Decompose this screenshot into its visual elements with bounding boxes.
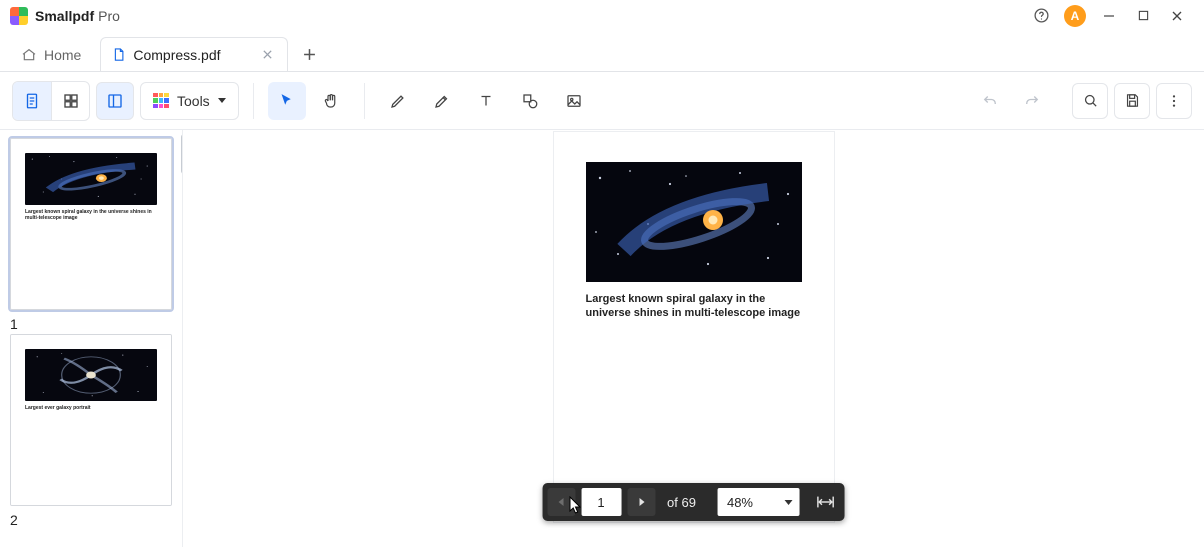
triangle-left-icon [556,497,566,507]
thumbnail-item[interactable]: Largest known spiral galaxy in the unive… [10,138,172,310]
close-button[interactable] [1160,4,1194,28]
text-icon [477,92,495,110]
next-page-button[interactable] [627,488,655,516]
tab-bar: Home Compress.pdf [0,32,1204,72]
thumbnail-item[interactable]: Largest ever galaxy portrait [10,334,172,506]
thumbnail-caption: Largest known spiral galaxy in the unive… [25,209,157,221]
zoom-value: 48% [727,495,753,510]
thumbnail-panel[interactable]: Largest known spiral galaxy in the unive… [0,130,183,547]
undo-button[interactable] [972,83,1008,119]
document-canvas[interactable]: Largest known spiral galaxy in the unive… [183,130,1204,547]
x-icon [262,49,273,60]
panel-icon [106,92,124,110]
page-image-icon [586,162,802,282]
thumbnail-caption: Largest ever galaxy portrait [25,405,157,411]
maximize-button[interactable] [1126,4,1160,28]
document-page-icon [23,92,41,110]
thumbnail-page-number: 2 [10,512,172,528]
home-tab-label: Home [44,47,81,63]
close-icon [1171,10,1183,22]
more-menu-button[interactable] [1156,83,1192,119]
tools-dropdown[interactable]: Tools [140,82,239,120]
new-tab-button[interactable] [295,39,325,69]
image-icon [565,92,583,110]
home-tab[interactable]: Home [10,37,96,71]
separator [364,83,365,119]
redo-icon [1023,92,1041,110]
grid-icon [62,92,80,110]
fit-width-button[interactable] [812,488,840,516]
minimize-button[interactable] [1092,4,1126,28]
search-button[interactable] [1072,83,1108,119]
layout-group [12,81,90,121]
title-bar: SmallpdfPro A [0,0,1204,32]
app-logo-icon [10,7,28,25]
app-name-text: Smallpdf [35,8,94,24]
help-button[interactable] [1024,4,1058,28]
thumbnail-image-icon [25,153,157,205]
tools-label: Tools [177,93,210,109]
fit-width-icon [817,495,835,509]
shape-tool-button[interactable] [511,82,549,120]
prev-page-button[interactable] [547,488,575,516]
document-icon [111,47,126,62]
highlight-tool-button[interactable] [423,82,461,120]
redo-button[interactable] [1014,83,1050,119]
text-tool-button[interactable] [467,82,505,120]
plus-icon [303,48,316,61]
save-icon [1124,92,1141,109]
page-total-label: of 69 [661,495,702,510]
main-toolbar: Tools [0,72,1204,130]
highlighter-icon [433,92,451,110]
pan-tool-button[interactable] [312,82,350,120]
page-navigation-bar: 1 of 69 48% [542,483,845,521]
undo-icon [981,92,999,110]
user-avatar[interactable]: A [1064,5,1086,27]
separator [253,83,254,119]
minimize-icon [1103,10,1115,22]
chevron-down-icon [218,98,226,103]
current-page-input[interactable]: 1 [581,488,621,516]
search-icon [1082,92,1099,109]
kebab-icon [1166,93,1182,109]
document-page: Largest known spiral galaxy in the unive… [554,132,834,522]
cursor-icon [278,92,295,109]
document-tab[interactable]: Compress.pdf [100,37,287,71]
home-icon [21,47,37,63]
maximize-icon [1138,10,1149,21]
page-view-button[interactable] [13,82,51,120]
app-edition: Pro [98,8,120,24]
sidebar-toggle-button[interactable] [96,82,134,120]
shapes-icon [521,92,539,110]
image-tool-button[interactable] [555,82,593,120]
tab-close-button[interactable] [262,49,273,60]
thumbnail-image-icon [25,349,157,401]
pencil-icon [389,92,407,110]
page-caption: Largest known spiral galaxy in the unive… [586,292,802,320]
document-tab-label: Compress.pdf [133,47,220,63]
thumbnail-page-number: 1 [10,316,172,332]
chevron-down-icon [785,500,793,505]
save-button[interactable] [1114,83,1150,119]
grid-view-button[interactable] [51,82,89,120]
select-tool-button[interactable] [268,82,306,120]
app-name: SmallpdfPro [35,8,120,24]
workspace: Largest known spiral galaxy in the unive… [0,130,1204,547]
help-icon [1033,7,1050,24]
zoom-dropdown[interactable]: 48% [718,488,800,516]
triangle-right-icon [636,497,646,507]
hand-icon [322,92,340,110]
tools-icon [153,93,169,109]
pencil-tool-button[interactable] [379,82,417,120]
